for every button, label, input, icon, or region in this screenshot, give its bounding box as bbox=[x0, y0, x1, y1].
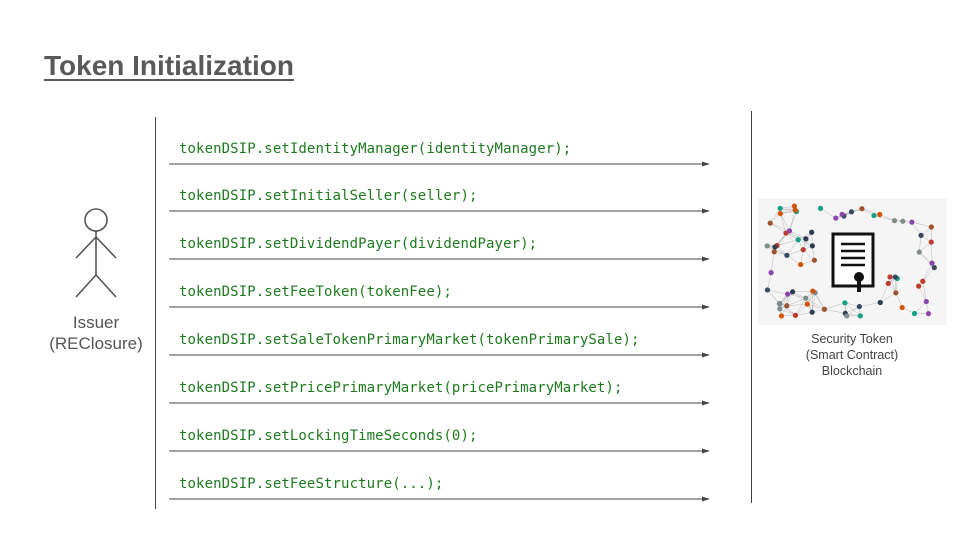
issuer-label: Issuer (REClosure) bbox=[30, 312, 162, 354]
issuer-name: Issuer bbox=[72, 313, 120, 332]
message-text: tokenDSIP.setLockingTimeSeconds(0); bbox=[179, 428, 478, 444]
contract-document-icon bbox=[824, 226, 882, 300]
contract-label: Security Token (Smart Contract) Blockcha… bbox=[768, 331, 936, 379]
contract-line-1: Security Token bbox=[811, 332, 893, 346]
message-text: tokenDSIP.setPricePrimaryMarket(pricePri… bbox=[179, 380, 623, 396]
message-text: tokenDSIP.setFeeStructure(...); bbox=[179, 476, 444, 492]
contract-lifeline bbox=[751, 111, 752, 503]
page-title: Token Initialization bbox=[44, 50, 294, 81]
issuer-org: (REClosure) bbox=[49, 334, 143, 353]
message-arrow: tokenDSIP.setSaleTokenPrimaryMarket(toke… bbox=[168, 332, 713, 362]
message-arrow: tokenDSIP.setIdentityManager(identityMan… bbox=[168, 141, 713, 171]
arrow-right-icon bbox=[169, 161, 710, 167]
arrow-right-icon bbox=[169, 496, 710, 502]
message-arrow: tokenDSIP.setLockingTimeSeconds(0); bbox=[168, 428, 713, 458]
message-arrow: tokenDSIP.setPricePrimaryMarket(pricePri… bbox=[168, 380, 713, 410]
message-arrow: tokenDSIP.setDividendPayer(dividendPayer… bbox=[168, 236, 713, 266]
message-text: tokenDSIP.setFeeToken(tokenFee); bbox=[179, 284, 452, 300]
arrow-right-icon bbox=[169, 208, 710, 214]
stick-figure-icon bbox=[75, 208, 117, 298]
arrow-right-icon bbox=[169, 448, 710, 454]
blockchain-image bbox=[758, 198, 947, 325]
message-text: tokenDSIP.setDividendPayer(dividendPayer… bbox=[179, 236, 538, 252]
message-text: tokenDSIP.setIdentityManager(identityMan… bbox=[179, 141, 572, 157]
message-arrow: tokenDSIP.setFeeStructure(...); bbox=[168, 476, 713, 506]
message-arrow: tokenDSIP.setInitialSeller(seller); bbox=[168, 188, 713, 218]
message-arrow: tokenDSIP.setFeeToken(tokenFee); bbox=[168, 284, 713, 314]
arrow-right-icon bbox=[169, 304, 710, 310]
contract-line-2: (Smart Contract) bbox=[805, 348, 899, 362]
arrow-right-icon bbox=[169, 256, 710, 262]
arrow-right-icon bbox=[169, 400, 710, 406]
message-text: tokenDSIP.setSaleTokenPrimaryMarket(toke… bbox=[179, 332, 640, 348]
arrow-right-icon bbox=[169, 352, 710, 358]
network-graph-icon bbox=[764, 203, 937, 319]
message-text: tokenDSIP.setInitialSeller(seller); bbox=[179, 188, 478, 204]
contract-line-3: Blockchain bbox=[821, 364, 883, 378]
